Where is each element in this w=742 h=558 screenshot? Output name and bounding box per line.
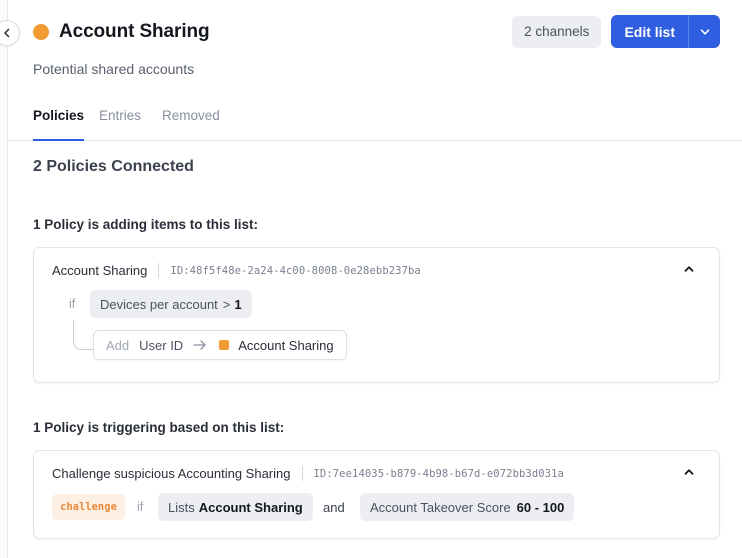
divider xyxy=(158,263,160,278)
collapse-sidebar-button[interactable] xyxy=(0,20,20,46)
action-field: User ID xyxy=(139,337,184,353)
action-target: Account Sharing xyxy=(238,337,334,353)
policy-id: ID:7ee14035-b879-4b98-b67d-e072bb3d031a xyxy=(313,467,564,480)
if-keyword: if xyxy=(137,500,144,514)
header-actions: 2 channels Edit list xyxy=(512,15,720,48)
triggering-policies-heading: 1 Policy is triggering based on this lis… xyxy=(33,420,285,435)
policies-summary: 2 Policies Connected xyxy=(33,158,194,175)
condition-pill: Devices per account > 1 xyxy=(90,290,252,318)
divider xyxy=(301,466,303,481)
chevron-down-icon xyxy=(700,28,709,35)
action-box: Add User ID Account Sharing xyxy=(93,330,347,360)
adding-policies-heading: 1 Policy is adding items to this list: xyxy=(33,217,259,232)
chevron-up-icon xyxy=(684,469,694,475)
connector-line xyxy=(73,320,95,350)
if-keyword: if xyxy=(69,297,76,311)
status-dot xyxy=(33,24,49,40)
policy-header: Account Sharing ID:48f5f48e-2a24-4c00-80… xyxy=(52,263,421,278)
outcome-badge: challenge xyxy=(52,494,125,520)
policy-id: ID:48f5f48e-2a24-4c00-8008-0e28ebb237ba xyxy=(170,264,421,277)
list-color-icon xyxy=(219,340,230,350)
tab-bar: Policies Entries Removed xyxy=(8,100,742,141)
list-condition-pill: Lists Account Sharing xyxy=(158,493,313,521)
page-header: Account Sharing 2 channels Edit list xyxy=(33,15,720,48)
collapse-card-button[interactable] xyxy=(683,465,695,483)
tab-entries[interactable]: Entries xyxy=(99,108,141,141)
policy-header: Challenge suspicious Accounting Sharing … xyxy=(52,466,564,481)
policy-name-link[interactable]: Account Sharing xyxy=(52,263,147,278)
score-label: Account Takeover Score xyxy=(370,499,511,515)
condition-field: Devices per account xyxy=(100,296,218,312)
list-prefix: Lists xyxy=(168,499,195,515)
edit-list-button[interactable]: Edit list xyxy=(611,15,688,48)
edit-options-dropdown[interactable] xyxy=(688,15,720,48)
channels-button[interactable]: 2 channels xyxy=(512,15,602,48)
condition-operator: > xyxy=(222,296,231,312)
and-keyword: and xyxy=(323,500,345,515)
tab-removed[interactable]: Removed xyxy=(162,108,220,141)
page-subtitle: Potential shared accounts xyxy=(33,61,195,77)
chevron-up-icon xyxy=(684,266,694,272)
condition-value: 1 xyxy=(234,296,242,312)
policy-name-link[interactable]: Challenge suspicious Accounting Sharing xyxy=(52,466,291,481)
collapse-card-button[interactable] xyxy=(683,262,695,280)
list-name: Account Sharing xyxy=(198,499,303,515)
score-range: 60 - 100 xyxy=(516,499,565,515)
left-rail xyxy=(0,0,8,558)
add-keyword: Add xyxy=(106,337,130,353)
arrow-right-icon xyxy=(193,339,207,351)
tab-policies[interactable]: Policies xyxy=(33,108,85,141)
page-title: Account Sharing xyxy=(59,21,210,42)
score-condition-pill: Account Takeover Score 60 - 100 xyxy=(360,493,575,521)
edit-list-button-group: Edit list xyxy=(611,15,720,48)
chevron-left-icon xyxy=(4,28,10,38)
